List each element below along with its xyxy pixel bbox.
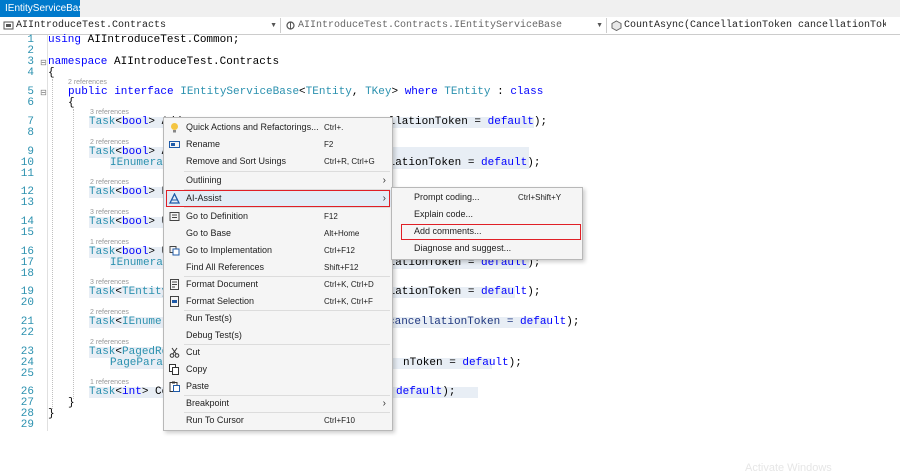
submenu-item-explain-code[interactable]: Explain code... bbox=[392, 206, 582, 223]
line-number: 6 bbox=[27, 97, 34, 109]
code-line: using AIIntroduceTest.Common; bbox=[48, 34, 240, 46]
line-number: 29 bbox=[20, 419, 34, 431]
code-line-tail: ellationToken = default); bbox=[382, 116, 548, 128]
menu-item-quick-actions[interactable]: Quick Actions and Refactorings... Ctrl+. bbox=[164, 119, 392, 136]
menu-item-cut[interactable]: Cut bbox=[164, 344, 392, 361]
document-tab-label: IEntityServiceBase.cs bbox=[5, 3, 80, 14]
line-number: 4 bbox=[27, 67, 34, 79]
document-tab-strip: IEntityServiceBase.cs bbox=[0, 0, 900, 18]
menu-item-rename[interactable]: Rename F2 bbox=[164, 136, 392, 153]
activation-watermark: Activate Windows bbox=[745, 462, 832, 474]
project-icon bbox=[3, 21, 14, 30]
code-line-tail: llationToken = default); bbox=[382, 157, 541, 169]
code-line: } bbox=[68, 397, 75, 409]
menu-item-go-to-implementation[interactable]: Go to Implementation Ctrl+F12 bbox=[164, 242, 392, 259]
interface-icon bbox=[286, 21, 295, 30]
code-line: Task<bool> Del bbox=[89, 187, 181, 198]
type-dropdown[interactable]: AIIntroduceTest.Contracts.IEntityService… bbox=[282, 18, 607, 33]
submenu-item-diagnose-suggest[interactable]: Diagnose and suggest... bbox=[392, 240, 582, 257]
menu-item-copy[interactable]: Copy bbox=[164, 361, 392, 378]
code-line: } bbox=[48, 408, 55, 420]
code-line: public interface IEntityServiceBase<TEnt… bbox=[68, 86, 544, 98]
rename-icon bbox=[169, 141, 180, 148]
project-dropdown-value: AIIntroduceTest.Contracts bbox=[16, 20, 167, 31]
line-number: 15 bbox=[20, 227, 34, 239]
line-number: 20 bbox=[20, 297, 34, 309]
menu-item-run-tests[interactable]: Run Test(s) bbox=[164, 310, 392, 327]
cut-icon bbox=[169, 347, 180, 358]
collapse-icon[interactable]: ⊟ bbox=[40, 87, 47, 98]
document-tab[interactable]: IEntityServiceBase.cs bbox=[0, 0, 80, 17]
submenu-item-prompt-coding[interactable]: Prompt coding... Ctrl+Shift+Y bbox=[392, 189, 582, 206]
chevron-right-icon: › bbox=[382, 175, 386, 186]
paste-icon bbox=[169, 381, 180, 392]
indent-guide bbox=[52, 79, 53, 409]
code-line: { bbox=[68, 97, 75, 109]
collapse-icon[interactable]: ⊟ bbox=[40, 57, 47, 68]
chevron-down-icon: ▼ bbox=[270, 22, 277, 29]
code-line-tail: llationToken = default); bbox=[382, 286, 541, 298]
code-line: Task<bool> Upd bbox=[89, 217, 181, 228]
menu-item-debug-tests[interactable]: Debug Test(s) bbox=[164, 327, 392, 344]
code-line-tail: cancellationToken = default); bbox=[388, 316, 580, 328]
menu-item-format-document[interactable]: Format Document Ctrl+K, Ctrl+D bbox=[164, 276, 392, 293]
chevron-down-icon: ▼ bbox=[596, 22, 603, 29]
go-to-definition-icon bbox=[169, 212, 180, 221]
menu-item-go-to-definition[interactable]: Go to Definition F12 bbox=[164, 208, 392, 225]
menu-item-go-to-base[interactable]: Go to Base Alt+Home bbox=[164, 225, 392, 242]
context-menu: Quick Actions and Refactorings... Ctrl+.… bbox=[163, 117, 393, 431]
line-number: 22 bbox=[20, 327, 34, 339]
menu-item-find-all-references[interactable]: Find All References Shift+F12 bbox=[164, 259, 392, 276]
indent-guide bbox=[73, 109, 74, 399]
navigation-bar: AIIntroduceTest.Contracts ▼ AIIntroduceT… bbox=[0, 17, 900, 35]
gutter-divider bbox=[47, 35, 48, 431]
ai-assist-highlight bbox=[166, 190, 390, 207]
add-comments-highlight bbox=[401, 224, 581, 240]
line-number: 11 bbox=[20, 168, 34, 180]
menu-item-paste[interactable]: Paste bbox=[164, 378, 392, 395]
menu-item-breakpoint[interactable]: Breakpoint › bbox=[164, 395, 392, 412]
code-line: namespace AIIntroduceTest.Contracts bbox=[48, 56, 280, 68]
lightbulb-icon bbox=[171, 123, 178, 133]
ai-assist-submenu: Prompt coding... Ctrl+Shift+Y Explain co… bbox=[391, 187, 583, 260]
member-dropdown-value: CountAsync(CancellationToken cancellatio… bbox=[624, 20, 886, 31]
code-line-tail: default); bbox=[396, 386, 456, 398]
chevron-right-icon: › bbox=[382, 398, 386, 409]
menu-item-run-to-cursor[interactable]: Run To Cursor Ctrl+F10 bbox=[164, 412, 392, 429]
menu-item-outlining[interactable]: Outlining › bbox=[164, 172, 392, 189]
copy-icon bbox=[169, 364, 179, 375]
format-document-icon bbox=[170, 279, 179, 290]
format-selection-icon bbox=[170, 296, 179, 307]
go-to-implementation-icon bbox=[169, 246, 180, 256]
line-number: 18 bbox=[20, 268, 34, 280]
project-dropdown[interactable]: AIIntroduceTest.Contracts ▼ bbox=[0, 18, 281, 33]
menu-item-format-selection[interactable]: Format Selection Ctrl+K, Ctrl+F bbox=[164, 293, 392, 310]
method-icon bbox=[611, 20, 622, 31]
code-line: { bbox=[48, 67, 55, 79]
type-dropdown-value: AIIntroduceTest.Contracts.IEntityService… bbox=[298, 20, 563, 31]
code-line-tail: nToken = default); bbox=[403, 357, 522, 369]
menu-item-remove-sort-usings[interactable]: Remove and Sort Usings Ctrl+R, Ctrl+G bbox=[164, 153, 392, 170]
line-number: 8 bbox=[27, 127, 34, 139]
line-number: 13 bbox=[20, 197, 34, 209]
line-number: 25 bbox=[20, 368, 34, 380]
member-dropdown[interactable]: CountAsync(CancellationToken cancellatio… bbox=[608, 18, 900, 33]
